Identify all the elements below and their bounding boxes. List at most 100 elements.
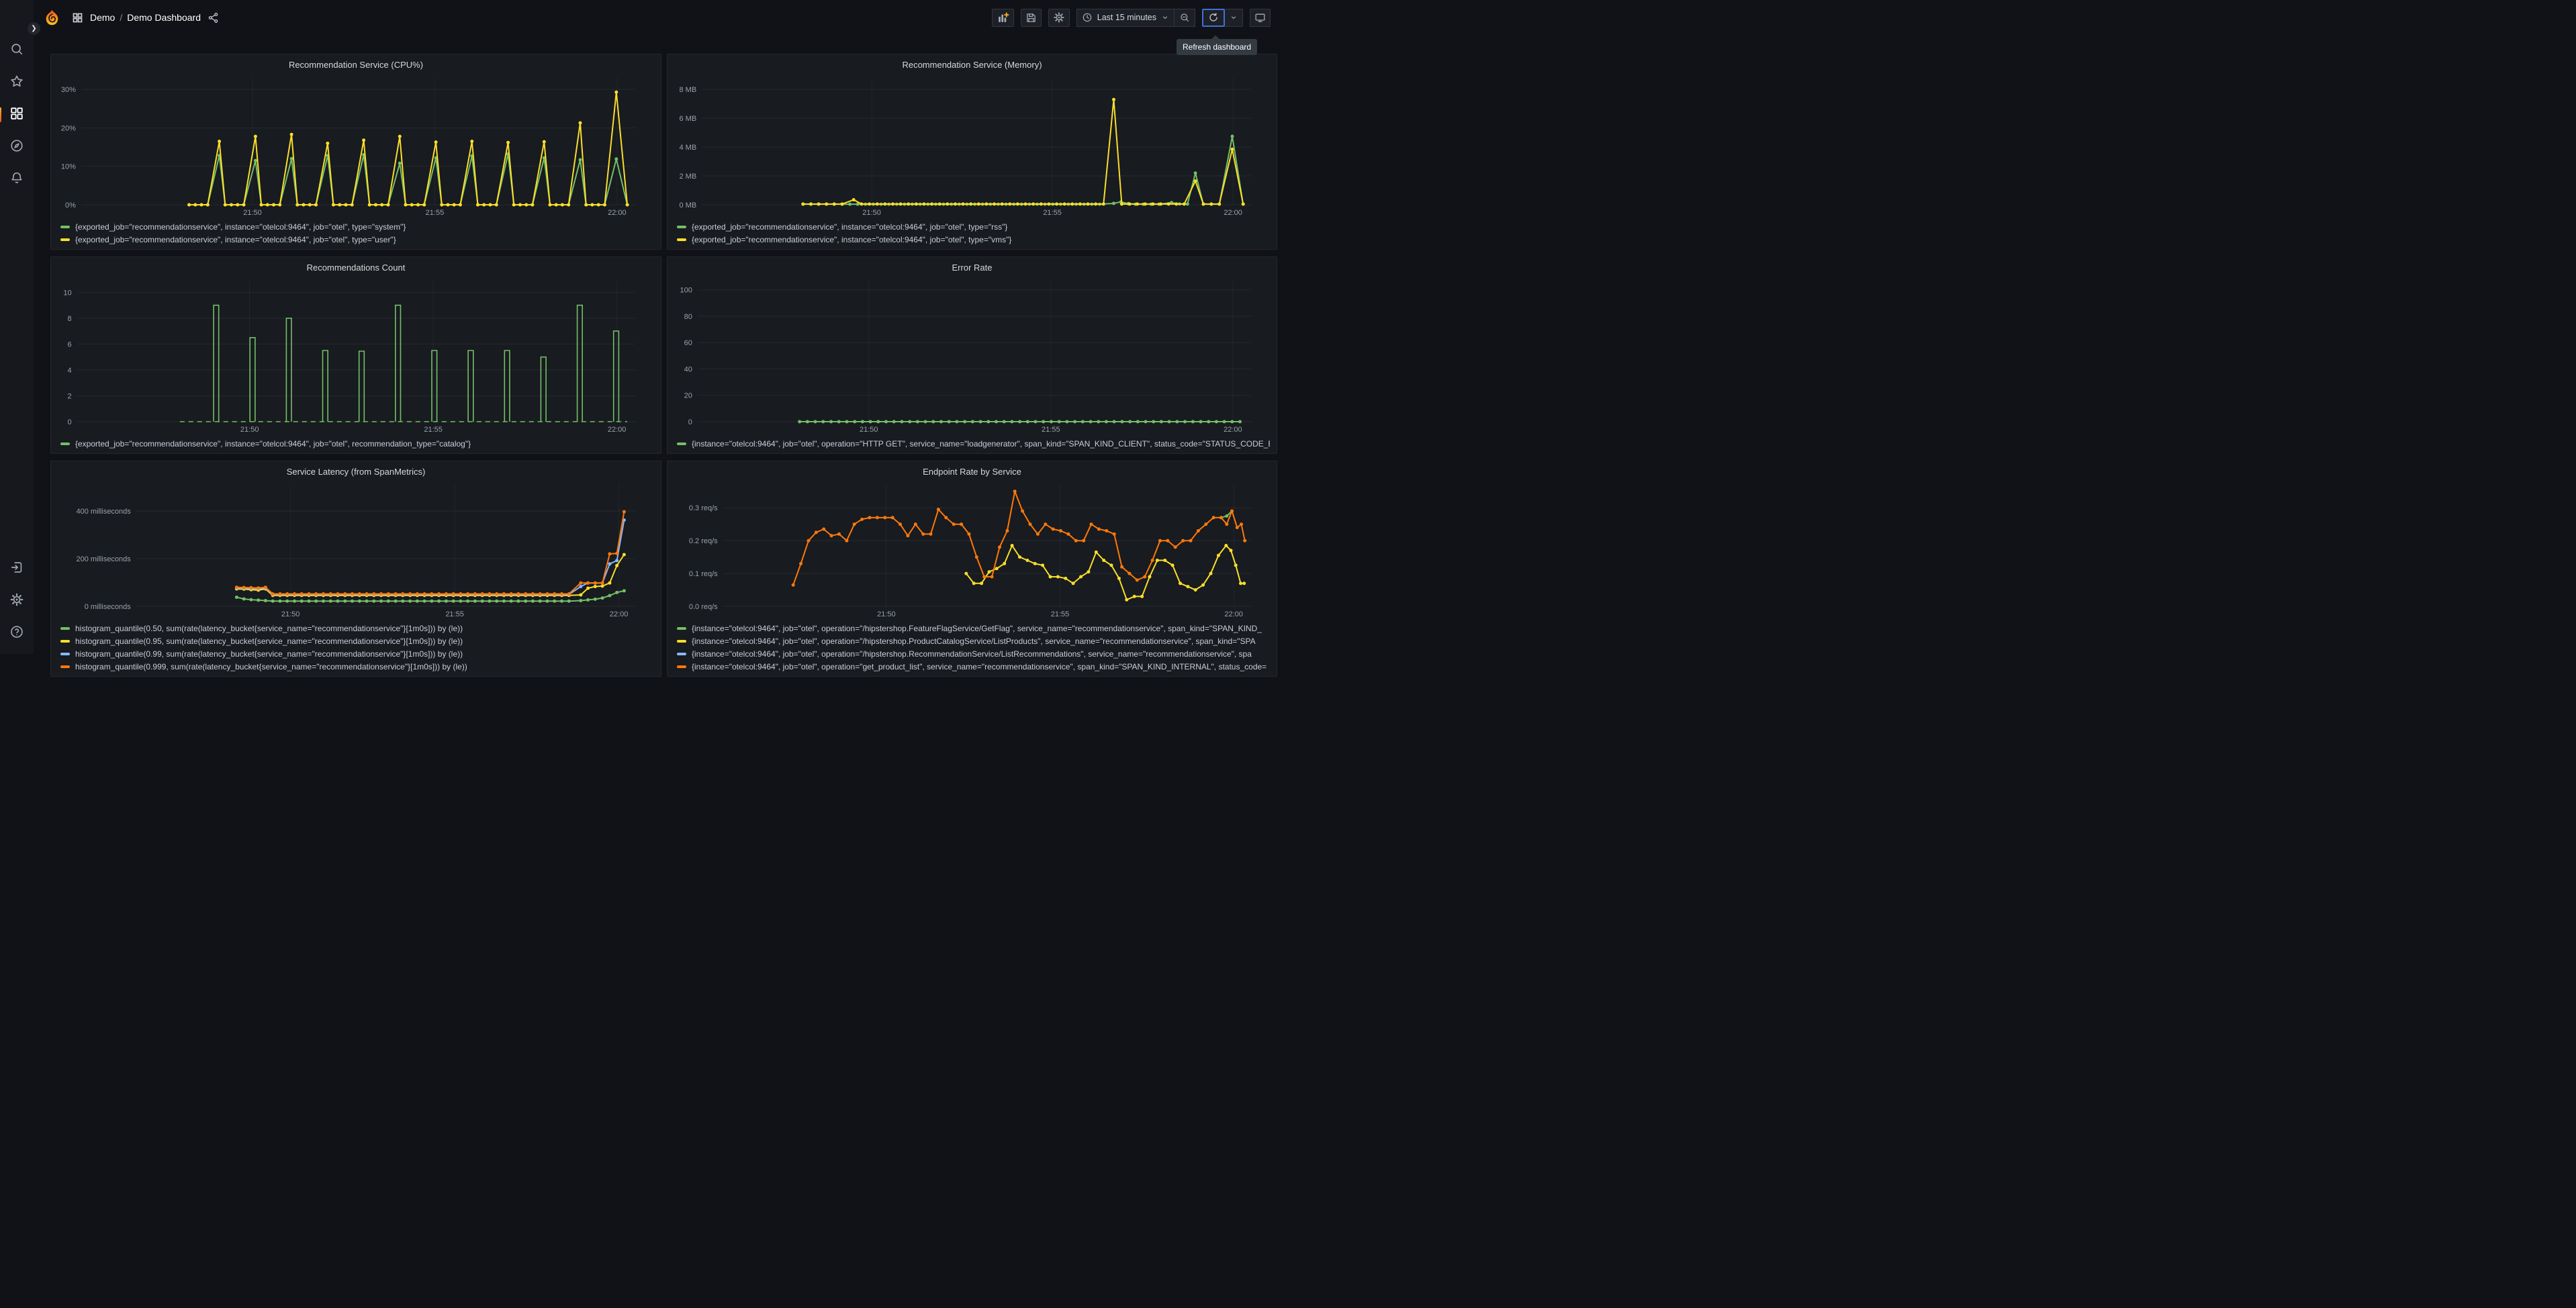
svg-text:21:50: 21:50 [860,426,878,434]
star-icon [9,74,24,92]
svg-text:0%: 0% [65,201,76,209]
svg-text:400 milliseconds: 400 milliseconds [76,508,131,516]
panel-title[interactable]: Error Rate [674,261,1270,275]
panel-recommendation-cpu: Recommendation Service (CPU%) 21:50 21:55… [50,54,661,250]
svg-text:21:55: 21:55 [1043,209,1062,217]
legend-label: {instance="otelcol:9464", job="otel", op… [692,438,1270,449]
add-panel-icon [998,12,1009,22]
legend-label: {exported_job="recommendationservice", i… [75,234,396,244]
service-latency-chart[interactable]: 21:50 21:55 22:00 0 milliseconds 200 millise… [58,479,654,620]
cpu-legend: {exported_job="recommendationservice", i… [58,218,654,247]
legend-swatch [60,225,70,228]
endpoint-rate-chart[interactable]: 21:50 21:55 22:00 0.0 req/s 0.1 req/s 0.2 req… [674,479,1270,620]
sidebar-item-alerting[interactable] [5,168,28,191]
svg-text:22:00: 22:00 [1224,209,1242,217]
svg-text:0 milliseconds: 0 milliseconds [85,603,132,611]
dashboard-toolbar: Last 15 minutes [991,8,1271,27]
svg-text:21:50: 21:50 [240,426,259,434]
memory-legend: {exported_job="recommendationservice", i… [674,218,1270,247]
legend-label: {exported_job="recommendationservice", i… [692,234,1012,244]
time-range-picker[interactable]: Last 15 minutes [1076,8,1175,27]
help-icon [9,624,24,643]
panel-title[interactable]: Recommendation Service (Memory) [674,58,1270,73]
add-panel-button[interactable] [991,8,1014,27]
compass-icon [9,138,24,156]
time-controls: Last 15 minutes [1076,8,1195,27]
panel-title[interactable]: Endpoint Rate by Service [674,465,1270,479]
cpu-chart[interactable]: 21:50 21:55 22:00 0% 10% 20% 30% [58,73,654,218]
dashboard-settings-button[interactable] [1048,8,1070,27]
svg-text:21:50: 21:50 [243,209,262,217]
legend-item[interactable]: histogram_quantile(0.95, sum(rate(latenc… [60,635,654,647]
legend-item[interactable]: {exported_job="recommendationservice", i… [60,220,654,233]
grafana-logo[interactable] [43,9,61,27]
sidebar-item-help[interactable] [5,622,28,645]
sidebar-item-dashboards[interactable] [0,103,28,126]
panel-title[interactable]: Service Latency (from SpanMetrics) [58,465,654,479]
legend-item[interactable]: {instance="otelcol:9464", job="otel", op… [677,622,1270,635]
legend-item[interactable]: {exported_job="recommendationservice", i… [60,437,654,450]
cycle-view-mode-button[interactable] [1250,8,1271,27]
legend-item[interactable]: {exported_job="recommendationservice", i… [60,233,654,246]
recommendations-count-legend: {exported_job="recommendationservice", i… [58,435,654,451]
share-icon[interactable] [208,12,219,24]
error-rate-chart[interactable]: 21:50 21:55 22:00 0 20 40 60 80 100 [674,275,1270,435]
legend-item[interactable]: {instance="otelcol:9464", job="otel", op… [677,647,1270,660]
legend-item[interactable]: {exported_job="recommendationservice", i… [677,220,1270,233]
panel-title[interactable]: Recommendation Service (CPU%) [58,58,654,73]
legend-label: histogram_quantile(0.999, sum(rate(laten… [75,661,467,671]
legend-item[interactable]: histogram_quantile(0.999, sum(rate(laten… [60,660,654,673]
svg-text:80: 80 [684,313,692,321]
svg-text:10%: 10% [61,163,76,171]
legend-item[interactable]: {exported_job="recommendationservice", i… [677,233,1270,246]
svg-text:22:00: 22:00 [608,426,627,434]
sidebar-item-configuration[interactable] [5,590,28,612]
top-navbar: Demo / Demo Dashboard Last 15 minutes [34,0,1288,35]
legend-label: {instance="otelcol:9464", job="otel", op… [692,623,1262,633]
svg-text:8: 8 [67,315,71,323]
svg-text:0 MB: 0 MB [680,201,697,209]
svg-text:0: 0 [688,418,692,426]
sidebar-expand-button[interactable]: ❯ [28,22,40,35]
svg-text:21:50: 21:50 [281,610,300,618]
svg-text:21:55: 21:55 [424,426,443,434]
sidebar-item-search[interactable] [5,39,28,62]
save-dashboard-button[interactable] [1020,8,1042,27]
svg-text:4 MB: 4 MB [680,144,697,152]
zoom-out-icon [1181,13,1189,21]
refresh-icon [1209,13,1217,21]
caret-down-icon [1231,16,1236,19]
nav-sidebar [0,0,34,654]
refresh-dashboard-button[interactable] [1202,8,1225,27]
legend-swatch [677,442,686,445]
recommendations-count-chart[interactable]: 21:50 21:55 22:00 0 2 4 6 8 10 [58,275,654,435]
clock-icon [1083,13,1092,22]
svg-text:0.1 req/s: 0.1 req/s [689,570,718,578]
svg-text:0.3 req/s: 0.3 req/s [689,504,718,512]
panel-title[interactable]: Recommendations Count [58,261,654,275]
refresh-interval-dropdown[interactable] [1225,8,1243,27]
panel-recommendations-count: Recommendations Count 21:50 21:55 22:00 0 2 4… [50,256,661,454]
svg-text:22:00: 22:00 [1224,426,1242,434]
legend-item[interactable]: histogram_quantile(0.99, sum(rate(latenc… [60,647,654,660]
svg-text:21:55: 21:55 [426,209,445,217]
legend-item[interactable]: {instance="otelcol:9464", job="otel", op… [677,437,1270,450]
svg-text:21:55: 21:55 [445,610,464,618]
breadcrumb-section[interactable]: Demo [90,12,115,23]
svg-text:2: 2 [67,392,71,400]
legend-item[interactable]: histogram_quantile(0.50, sum(rate(latenc… [60,622,654,635]
legend-label: {exported_job="recommendationservice", i… [75,222,406,232]
sidebar-item-explore[interactable] [5,136,28,158]
legend-swatch [60,626,70,630]
sidebar-item-signin[interactable] [5,557,28,580]
memory-chart[interactable]: 21:50 21:55 22:00 0 MB 2 MB 4 MB 6 MB 8 MB [674,73,1270,218]
legend-swatch [60,665,70,668]
legend-item[interactable]: {instance="otelcol:9464", job="otel", op… [677,660,1270,673]
zoom-out-time-button[interactable] [1175,8,1195,27]
legend-label: {instance="otelcol:9464", job="otel", op… [692,649,1252,659]
legend-item[interactable]: {instance="otelcol:9464", job="otel", op… [677,635,1270,647]
svg-text:6 MB: 6 MB [680,115,697,123]
sidebar-item-starred[interactable] [5,71,28,94]
dashboard-grid-icon [72,12,83,24]
breadcrumb-page-title[interactable]: Demo Dashboard [127,12,201,23]
